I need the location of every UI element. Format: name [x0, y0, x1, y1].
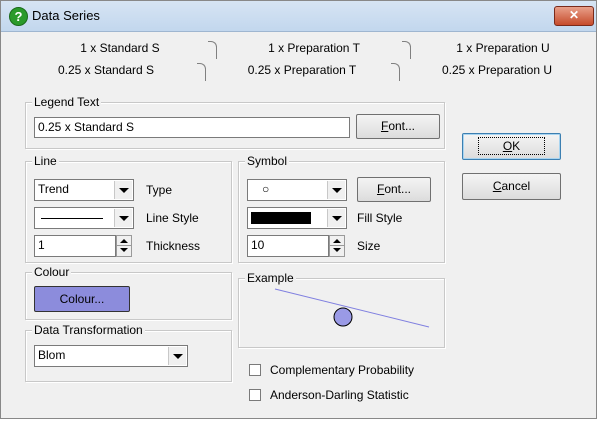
fill-style-swatch [251, 212, 311, 224]
window-title: Data Series [32, 8, 100, 23]
legend-font-label: ont... [388, 119, 416, 133]
data-series-dialog: ? Data Series ✕ 1 x Standard S 1 x Prepa… [0, 0, 597, 419]
fill-style-label: Fill Style [357, 211, 403, 225]
symbol-font-label: ont... [384, 182, 412, 196]
circle-icon: ○ [262, 182, 270, 196]
tab-separator [208, 41, 217, 59]
colour-title: Colour [32, 265, 72, 279]
tab-separator [197, 63, 206, 81]
chevron-down-icon[interactable] [327, 181, 345, 199]
symbol-font-button[interactable]: Font... [357, 177, 431, 202]
complementary-probability-label: Complementary Probability [270, 363, 415, 377]
line-type-label: Type [146, 183, 173, 197]
help-icon: ? [9, 7, 28, 26]
tab-1x-preparation-u[interactable]: 1 x Preparation U [413, 39, 593, 58]
line-type-value: Trend [38, 182, 69, 196]
complementary-probability-checkbox[interactable] [249, 364, 261, 376]
tab-1x-standard-s[interactable]: 1 x Standard S [25, 39, 215, 58]
chevron-down-icon[interactable] [168, 347, 186, 365]
chevron-down-icon[interactable] [327, 209, 345, 227]
chevron-down-icon[interactable] [114, 209, 132, 227]
fill-style-select[interactable] [247, 207, 347, 229]
data-transformation-title: Data Transformation [32, 323, 145, 337]
ok-button[interactable]: OK [462, 133, 561, 160]
line-type-select[interactable]: Trend [34, 179, 134, 201]
chevron-down-icon[interactable] [114, 181, 132, 199]
data-transformation-value: Blom [38, 348, 66, 362]
thickness-spinner[interactable] [116, 235, 132, 257]
legend-text-title: Legend Text [32, 95, 102, 109]
size-spinner[interactable] [329, 235, 345, 257]
anderson-darling-label: Anderson-Darling Statistic [270, 388, 409, 402]
tab-separator [391, 63, 400, 81]
tab-025x-preparation-t[interactable]: 0.25 x Preparation T [207, 61, 397, 80]
line-style-select[interactable] [34, 207, 134, 229]
data-transformation-select[interactable]: Blom [34, 345, 188, 367]
legend-text-group: Legend Text 0.25 x Standard S Font... [25, 95, 445, 149]
thickness-label: Thickness [146, 239, 201, 253]
data-transformation-group: Data Transformation Blom [25, 323, 232, 382]
ok-focus-rect: OK [477, 137, 546, 155]
tab-025x-standard-s[interactable]: 0.25 x Standard S [11, 61, 201, 80]
title-bar[interactable]: ? Data Series ✕ [1, 1, 596, 32]
line-style-label: Line Style [146, 211, 199, 225]
thickness-input[interactable]: 1 [34, 235, 116, 257]
anderson-darling-checkbox[interactable] [249, 389, 261, 401]
ok-label: K [512, 139, 521, 153]
cancel-button[interactable]: Cancel [462, 173, 561, 200]
colour-button[interactable]: Colour... [34, 286, 130, 312]
tab-row-front: 0.25 x Standard S 0.25 x Preparation T 0… [1, 61, 598, 81]
size-input[interactable]: 10 [247, 235, 329, 257]
symbol-title: Symbol [245, 154, 290, 168]
tab-025x-preparation-u[interactable]: 0.25 x Preparation U [401, 61, 593, 80]
colour-group: Colour Colour... [25, 265, 232, 320]
symbol-group: Symbol ○ Font... Fill Style 10 Size [238, 154, 445, 263]
solid-line-sample [41, 218, 103, 219]
tab-1x-preparation-t[interactable]: 1 x Preparation T [219, 39, 409, 58]
legend-text-input[interactable]: 0.25 x Standard S [34, 117, 350, 138]
example-trend-line [274, 288, 430, 328]
example-group: Example [238, 271, 445, 348]
tab-row-back: 1 x Standard S 1 x Preparation T 1 x Pre… [1, 39, 598, 59]
size-label: Size [357, 239, 381, 253]
line-title: Line [32, 154, 59, 168]
tab-separator [402, 41, 411, 59]
close-button[interactable]: ✕ [554, 6, 594, 26]
line-group: Line Trend Type Line Style 1 Thickness [25, 154, 232, 263]
cancel-label: ancel [501, 179, 531, 193]
example-marker [333, 307, 353, 327]
ok-mnemonic: O [502, 139, 513, 153]
example-preview [274, 288, 430, 328]
symbol-select[interactable]: ○ [247, 179, 347, 201]
legend-font-button[interactable]: Font... [356, 114, 440, 139]
